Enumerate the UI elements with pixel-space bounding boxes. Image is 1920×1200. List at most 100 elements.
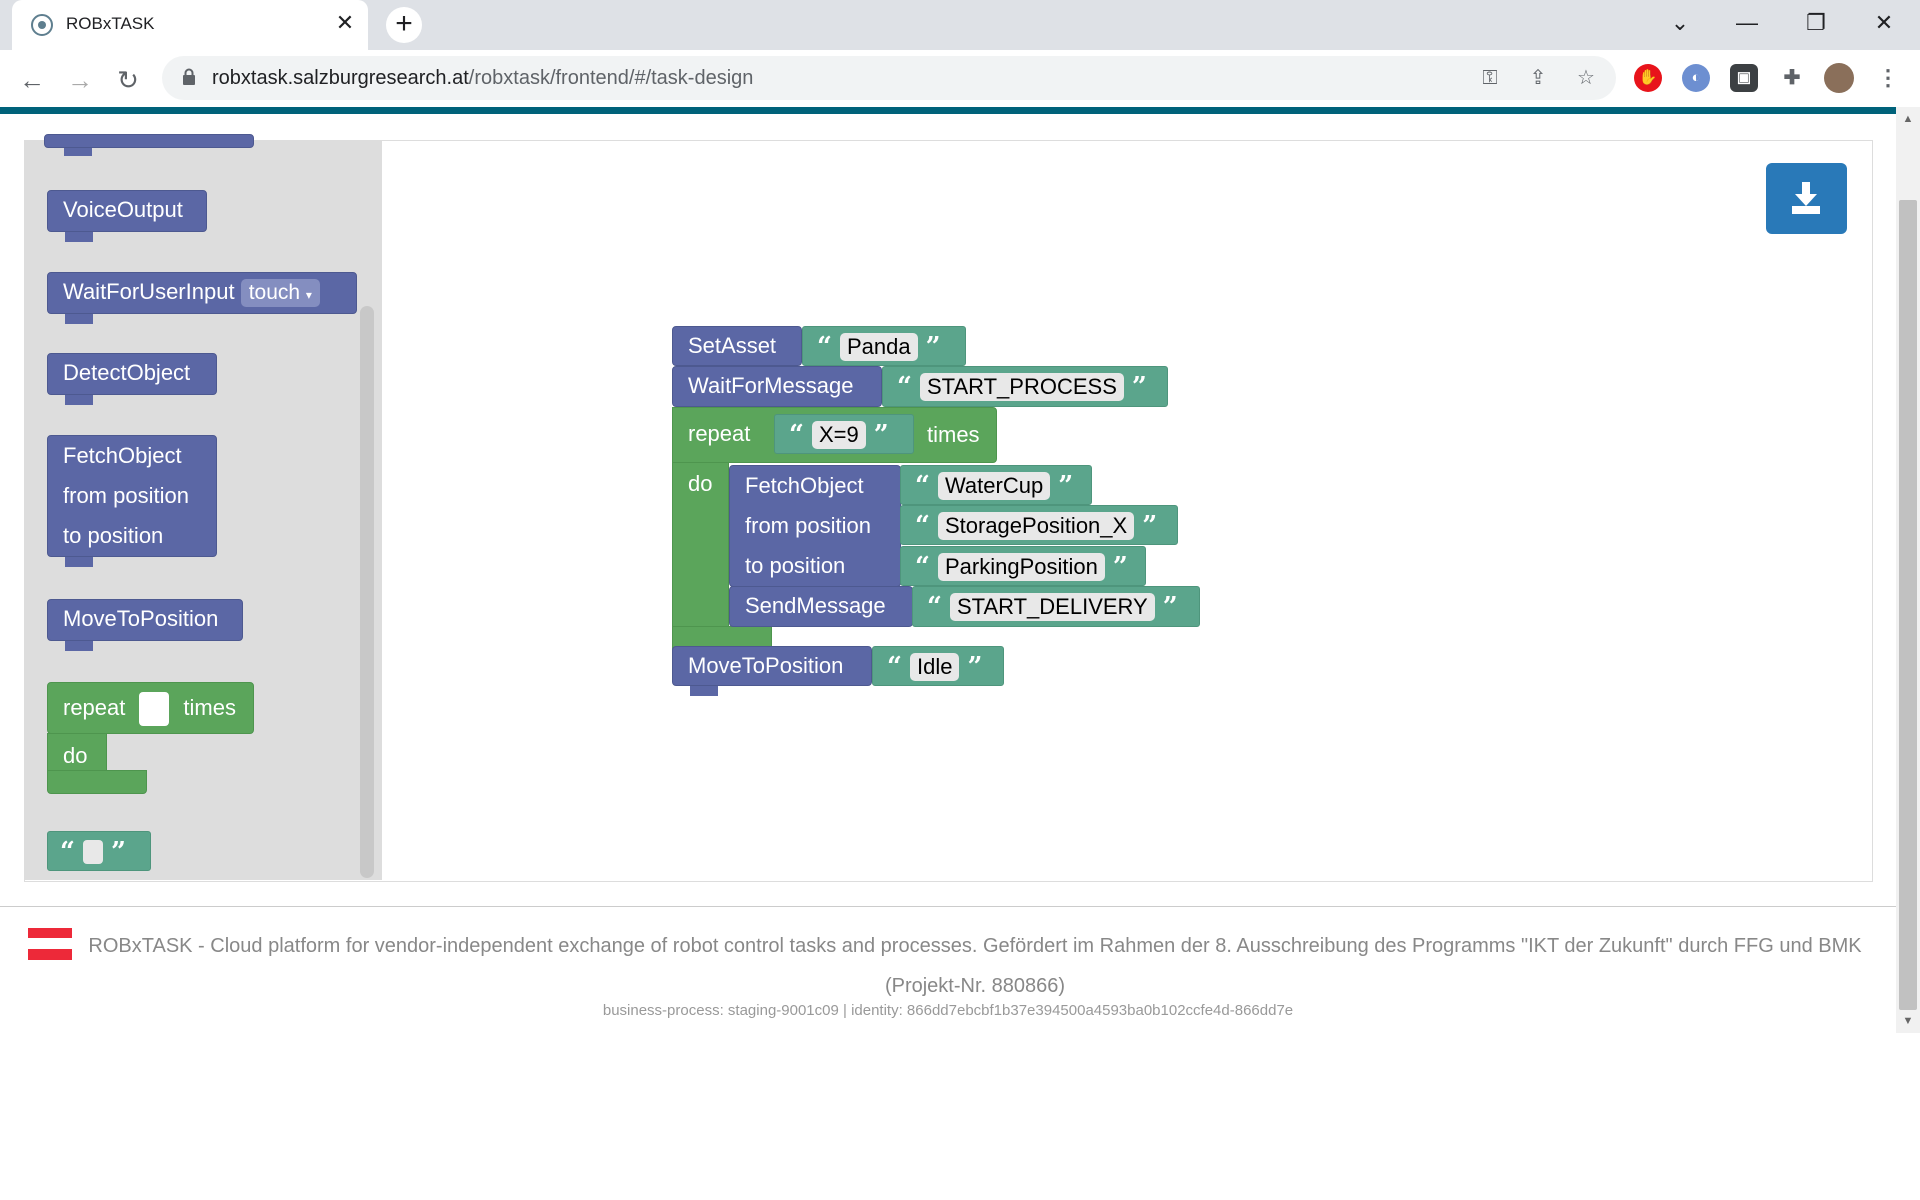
key-icon[interactable]: ⚿ [1476,64,1504,92]
block-label: FetchObject [63,443,182,468]
flyout-waitforuserinput-block[interactable]: WaitForUserInput touch ▾ [47,272,357,314]
url-text: robxtask.salzburgresearch.at/robxtask/fr… [212,67,753,90]
new-tab-button[interactable]: + [386,7,422,43]
text-field[interactable]: StoragePosition_X [937,512,1135,541]
setasset-block[interactable]: SetAsset [672,326,802,366]
block-label: WaitForUserInput [63,279,235,304]
browser-tab-bar: ROBxTASK ✕ + ⌄ — ❐ ✕ [0,0,1920,50]
block-flyout: VoiceOutput WaitForUserInput touch ▾ Det… [24,134,382,880]
open-quote-icon: “ [789,420,804,451]
block-label: do [688,471,713,496]
block-label: SetAsset [688,333,777,358]
from-position-value-block[interactable]: “StoragePosition_X” [900,505,1178,545]
open-quote-icon: “ [817,332,832,363]
sendmessage-block[interactable]: SendMessage [729,586,913,627]
extension-icon[interactable]: ▣ [1730,64,1758,92]
waitformessage-value-block[interactable]: “START_PROCESS” [882,366,1168,407]
flyout-repeat-bottom [47,770,147,794]
block-label: MoveToPosition [688,653,844,678]
movetoposition-value-block[interactable]: “Idle” [872,646,1004,686]
adblock-extension-icon[interactable]: ✋ [1634,64,1662,92]
text-field[interactable]: START_PROCESS [919,373,1124,402]
block-label: MoveToPosition [63,606,219,631]
fetchobject-block[interactable]: FetchObject from position to position [729,465,901,587]
flyout-scrollbar[interactable] [360,306,374,878]
browser-tab[interactable]: ROBxTASK ✕ [12,0,368,50]
download-button[interactable] [1766,163,1847,234]
close-quote-icon: ” [1142,511,1158,542]
movetoposition-block[interactable]: MoveToPosition [672,646,872,686]
close-quote-icon: ” [110,837,126,868]
text-field[interactable]: ParkingPosition [937,553,1105,582]
flyout-voiceoutput-block[interactable]: VoiceOutput [47,190,207,232]
reload-button[interactable]: ↻ [110,62,146,98]
profile-avatar[interactable] [1824,63,1854,93]
block-label: from position [745,513,871,538]
setasset-value-block[interactable]: “Panda” [802,326,966,366]
open-quote-icon: “ [915,511,930,542]
flyout-detectobject-block[interactable]: DetectObject [47,353,217,395]
open-quote-icon: “ [927,592,942,623]
text-field[interactable]: WaterCup [937,472,1051,501]
close-quote-icon: ” [967,652,983,683]
text-field[interactable]: START_DELIVERY [949,593,1155,622]
robot-favicon-icon [31,14,53,36]
close-window-button[interactable]: ✕ [1864,8,1904,38]
bookmark-star-icon[interactable]: ☆ [1572,64,1600,92]
scroll-down-arrow[interactable]: ▼ [1898,1012,1918,1030]
text-field[interactable]: Idle [909,653,960,682]
block-label: VoiceOutput [63,197,183,222]
flyout-movetoposition-block[interactable]: MoveToPosition [47,599,243,641]
extensions-puzzle-icon[interactable]: ✚ [1778,64,1806,92]
open-quote-icon: “ [915,552,930,583]
scroll-up-arrow[interactable]: ▲ [1898,110,1918,128]
footer-divider [0,906,1896,907]
browser-toolbar: ← → ↻ robxtask.salzburgresearch.at/robxt… [0,50,1920,108]
open-quote-icon: “ [915,471,930,502]
block-label: repeat [688,421,751,446]
block-label: from position [63,483,189,508]
empty-text-field[interactable] [82,840,103,865]
close-quote-icon: ” [925,332,941,363]
block-label: FetchObject [745,473,864,498]
flyout-text-block[interactable]: “” [47,831,151,871]
url-path: /robxtask/frontend/#/task-design [468,67,754,89]
address-bar[interactable]: robxtask.salzburgresearch.at/robxtask/fr… [162,56,1616,100]
flyout-repeat-block[interactable]: repeat times [47,682,254,734]
close-quote-icon: ” [1131,372,1147,403]
sendmessage-value-block[interactable]: “START_DELIVERY” [912,586,1200,627]
block-label: SendMessage [745,593,886,618]
repeat-do-body: do [672,462,729,650]
to-position-value-block[interactable]: “ParkingPosition” [900,546,1146,586]
back-button[interactable]: ← [14,62,50,98]
close-quote-icon: ” [873,420,889,451]
block-label: to position [63,523,164,548]
empty-input-slot[interactable] [139,692,170,727]
open-quote-icon: “ [897,372,912,403]
flyout-partial-block[interactable] [44,134,254,148]
fetchobject-value-block[interactable]: “WaterCup” [900,465,1092,505]
flyout-fetchobject-block[interactable]: FetchObject from position to position [47,435,217,557]
lock-icon [183,68,195,85]
input-type-dropdown[interactable]: touch ▾ [240,279,320,308]
more-menu-icon[interactable]: ⋮ [1874,64,1902,92]
open-quote-icon: “ [60,837,75,868]
page-scrollbar-thumb[interactable] [1899,200,1917,1010]
minimize-button[interactable]: — [1727,8,1767,38]
restore-button[interactable]: ❐ [1796,8,1836,38]
waitformessage-block[interactable]: WaitForMessage [672,366,882,407]
dropdown-arrow-icon: ▾ [305,288,312,303]
share-icon[interactable]: ⇪ [1524,64,1552,92]
tab-close-icon[interactable]: ✕ [332,10,358,36]
block-label: times [183,695,236,720]
forward-button[interactable]: → [62,62,98,98]
block-label: DetectObject [63,360,191,385]
close-quote-icon: ” [1112,552,1128,583]
repeat-count-block[interactable]: “X=9” [774,414,914,454]
extension-icon[interactable]: ◐ [1682,64,1710,92]
block-label: to position [745,553,846,578]
repeat-times-label: times [927,422,980,447]
text-field[interactable]: Panda [839,333,918,362]
text-field[interactable]: X=9 [811,421,866,450]
tab-search-icon[interactable]: ⌄ [1660,8,1700,38]
